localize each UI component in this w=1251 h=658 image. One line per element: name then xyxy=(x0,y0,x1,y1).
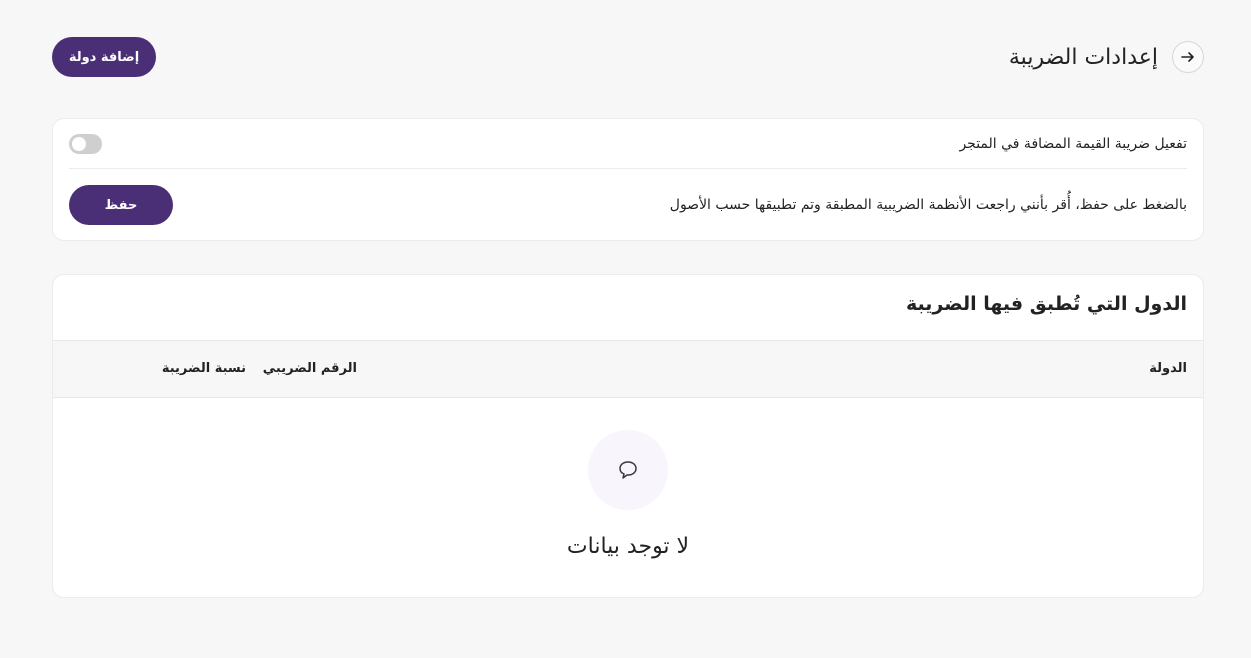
column-header-tax-number: الرقم الضريبي xyxy=(262,361,357,376)
empty-state: لا توجد بيانات xyxy=(53,430,1203,559)
back-button[interactable] xyxy=(1172,41,1204,73)
empty-icon-circle xyxy=(588,430,668,510)
title-group: إعدادات الضريبة xyxy=(1009,41,1204,73)
table-header: الدولة الرقم الضريبي نسبة الضريبة xyxy=(53,340,1203,398)
acknowledgement-text: بالضغط على حفظ، أُقر بأنني راجعت الأنظمة… xyxy=(669,197,1187,213)
add-country-button[interactable]: إضافة دولة xyxy=(52,37,156,77)
toggle-knob xyxy=(72,136,86,151)
countries-section-title: الدول التي تُطبق فيها الضريبة xyxy=(905,293,1187,315)
column-header-country: الدولة xyxy=(1149,361,1187,376)
page-title: إعدادات الضريبة xyxy=(1008,44,1158,70)
vat-settings-card: تفعيل ضريبة القيمة المضافة في المتجر بال… xyxy=(52,118,1204,241)
arrow-right-icon xyxy=(1181,52,1194,62)
empty-state-text: لا توجد بيانات xyxy=(566,534,690,559)
vat-toggle-row: تفعيل ضريبة القيمة المضافة في المتجر xyxy=(69,119,1187,169)
vat-toggle-switch[interactable] xyxy=(69,133,102,154)
page-header: إعدادات الضريبة إضافة دولة xyxy=(52,36,1204,78)
countries-card: الدول التي تُطبق فيها الضريبة الدولة الر… xyxy=(52,274,1204,598)
chat-bubble-icon xyxy=(619,461,637,479)
save-row: بالضغط على حفظ، أُقر بأنني راجعت الأنظمة… xyxy=(69,185,1187,225)
tax-settings-page: إعدادات الضريبة إضافة دولة تفعيل ضريبة ا… xyxy=(0,0,1251,658)
column-header-tax-rate: نسبة الضريبة xyxy=(161,361,246,376)
vat-toggle-label: تفعيل ضريبة القيمة المضافة في المتجر xyxy=(959,135,1187,152)
save-button[interactable]: حفظ xyxy=(69,185,173,225)
